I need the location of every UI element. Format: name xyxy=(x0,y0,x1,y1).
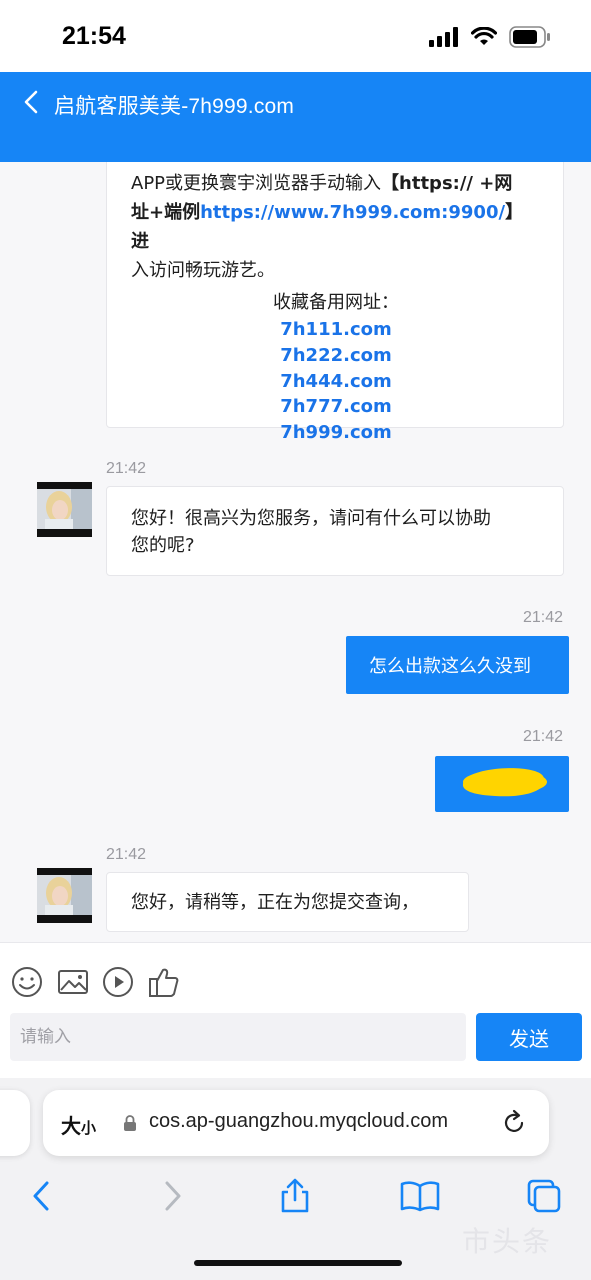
text-size-button[interactable]: 大小 xyxy=(61,1110,96,1139)
status-bar: 21:54 xyxy=(0,0,591,72)
bookmark-list: 7h111.com 7h222.com 7h444.com 7h777.com … xyxy=(131,317,541,446)
agent-avatar-image xyxy=(37,489,92,529)
app-header: 启航客服美美-7h999.com xyxy=(0,72,591,162)
bookmark-link[interactable]: 7h111.com xyxy=(131,317,541,343)
agent-avatar xyxy=(37,482,92,537)
thumbs-up-icon[interactable] xyxy=(147,965,181,999)
back-icon[interactable] xyxy=(25,1178,61,1214)
send-button[interactable]: 发送 xyxy=(476,1013,582,1061)
notice-message-bubble: APP或更换寰宇浏览器手动输入【https:// +网 址+端例https://… xyxy=(106,162,564,443)
forward-icon[interactable] xyxy=(154,1178,190,1214)
previous-tab-preview[interactable] xyxy=(0,1090,30,1156)
wifi-icon xyxy=(471,27,497,45)
emoji-icon[interactable] xyxy=(10,965,44,999)
notice-text: APP或更换寰宇浏览器手动输入【https:// +网 址+端例https://… xyxy=(131,173,524,281)
user-message-bubble: 怎么出款这么久没到 xyxy=(346,636,569,694)
agent-avatar-image xyxy=(37,875,92,915)
message-timestamp: 21:42 xyxy=(106,460,147,477)
bookmark-link[interactable]: 7h444.com xyxy=(131,369,541,395)
share-icon[interactable] xyxy=(277,1178,313,1214)
bookmark-link[interactable]: 7h777.com xyxy=(131,394,541,420)
agent-message-bubble: 您好，请稍等，正在为您提交查询， xyxy=(106,872,469,932)
message-input[interactable] xyxy=(10,1013,466,1061)
bookmark-link[interactable]: 7h222.com xyxy=(131,343,541,369)
redaction-scribble xyxy=(462,768,547,797)
bookmarks-icon[interactable] xyxy=(400,1178,440,1214)
agent-message-bubble: 您好！很高兴为您服务，请问有什么可以协助 您的呢? xyxy=(106,486,564,576)
battery-icon xyxy=(509,26,550,48)
address-bar[interactable]: 大小 cos.ap-guangzhou.myqcloud.com xyxy=(43,1090,549,1156)
cellular-signal-icon xyxy=(429,27,458,47)
chat-messages[interactable]: APP或更换寰宇浏览器手动输入【https:// +网 址+端例https://… xyxy=(0,162,591,942)
tabs-icon[interactable] xyxy=(526,1178,562,1214)
watermark-logo: 市头条 xyxy=(462,1225,553,1258)
agent-avatar xyxy=(37,868,92,923)
status-time: 21:54 xyxy=(62,22,126,50)
message-timestamp: 21:42 xyxy=(523,609,564,626)
chat-title: 启航客服美美-7h999.com xyxy=(54,95,295,118)
user-message-bubble xyxy=(435,756,569,812)
back-arrow-icon[interactable] xyxy=(18,86,48,120)
status-icons xyxy=(429,26,551,48)
home-indicator[interactable] xyxy=(194,1260,402,1266)
message-timestamp: 21:42 xyxy=(106,846,147,863)
url-text: cos.ap-guangzhou.myqcloud.com xyxy=(149,1110,449,1132)
bookmark-link[interactable]: 7h999.com xyxy=(131,420,541,446)
message-timestamp: 21:42 xyxy=(523,728,564,745)
example-url-link[interactable]: https://www.7h999.com:9900/ xyxy=(200,202,505,223)
reload-icon[interactable] xyxy=(499,1108,529,1138)
image-icon[interactable] xyxy=(56,965,90,999)
lock-icon xyxy=(124,1115,136,1131)
bookmark-title: 收藏备用网址： xyxy=(273,292,399,313)
message-composer: 发送 xyxy=(0,942,591,1078)
video-icon[interactable] xyxy=(101,965,135,999)
